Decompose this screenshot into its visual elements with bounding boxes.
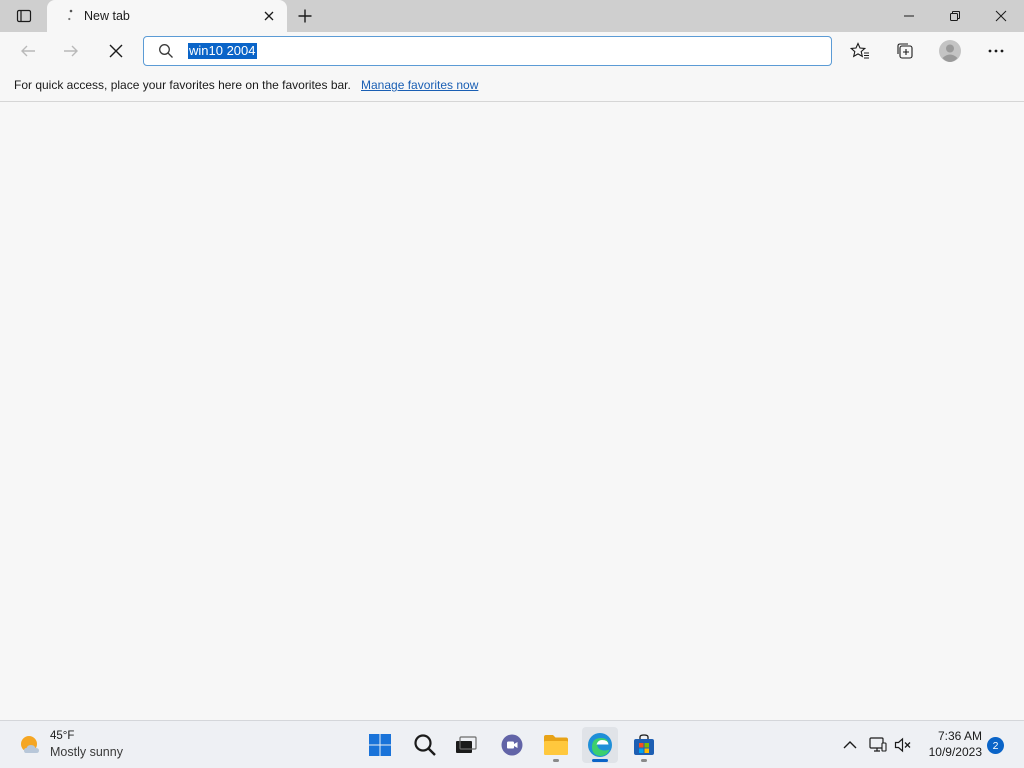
volume-muted-icon [894, 737, 911, 753]
tab-title: New tab [84, 9, 130, 23]
stop-loading-button[interactable] [101, 36, 131, 66]
running-indicator [553, 759, 559, 762]
running-indicator [641, 759, 647, 762]
task-view-icon [456, 736, 477, 753]
file-explorer-button[interactable] [538, 727, 574, 763]
chat-icon [501, 734, 523, 756]
address-bar-selected-text[interactable]: win10 2004 [188, 43, 257, 59]
favorites-bar: For quick access, place your favorites h… [0, 70, 1024, 102]
collections-icon [897, 43, 913, 59]
minimize-icon [904, 15, 914, 17]
profile-button[interactable] [934, 36, 966, 66]
taskbar: 45°F Mostly sunny 7:36 AM 10/9/2023 2 [0, 720, 1024, 768]
show-hidden-icons-button[interactable] [840, 735, 860, 755]
clock-time: 7:36 AM [937, 729, 982, 743]
more-horizontal-icon [988, 49, 1004, 53]
search-icon [159, 44, 173, 58]
volume-button[interactable] [893, 735, 913, 755]
restore-icon [950, 11, 960, 21]
minimize-button[interactable] [886, 0, 932, 32]
address-bar[interactable]: win10 2004 [143, 36, 832, 66]
arrow-right-icon [64, 45, 78, 57]
loading-spinner-icon [68, 9, 73, 21]
plus-icon [298, 9, 312, 23]
tab-actions-button[interactable] [8, 4, 40, 28]
weather-condition: Mostly sunny [50, 745, 123, 759]
favorites-bar-message: For quick access, place your favorites h… [14, 78, 351, 92]
close-icon [109, 44, 123, 58]
browser-toolbar: win10 2004 [0, 32, 1024, 86]
windows-logo-icon [369, 734, 391, 756]
tab-close-button[interactable] [260, 7, 278, 25]
store-icon [634, 734, 654, 755]
tab-actions-icon [16, 9, 32, 23]
star-list-icon [850, 42, 869, 59]
back-button[interactable] [13, 36, 43, 66]
start-button[interactable] [362, 727, 398, 763]
arrow-left-icon [21, 45, 35, 57]
weather-temperature: 45°F [50, 730, 75, 742]
manage-favorites-link[interactable]: Manage favorites now [361, 78, 478, 92]
weather-widget[interactable]: 45°F Mostly sunny [14, 727, 134, 763]
network-icon [869, 737, 887, 752]
new-tab-button[interactable] [292, 4, 318, 28]
partly-sunny-icon [21, 736, 39, 753]
title-bar: New tab [0, 0, 1024, 32]
notification-badge[interactable]: 2 [987, 737, 1004, 754]
folder-icon [544, 735, 568, 755]
favorites-button[interactable] [844, 36, 876, 66]
clock-date: 10/9/2023 [928, 745, 982, 759]
restore-button[interactable] [932, 0, 978, 32]
taskbar-clock[interactable]: 7:36 AM 10/9/2023 [920, 729, 982, 759]
chat-button[interactable] [494, 727, 530, 763]
page-content [0, 103, 1024, 720]
taskbar-search-button[interactable] [407, 727, 443, 763]
network-button[interactable] [868, 735, 888, 755]
microsoft-store-button[interactable] [626, 727, 662, 763]
close-icon [995, 10, 1007, 22]
forward-button[interactable] [56, 36, 86, 66]
search-icon [414, 734, 436, 756]
close-icon [264, 11, 274, 21]
close-window-button[interactable] [978, 0, 1024, 32]
edge-button[interactable] [582, 727, 618, 763]
chevron-up-icon [843, 741, 857, 749]
tab-new-tab[interactable]: New tab [47, 0, 287, 32]
task-view-button[interactable] [448, 727, 484, 763]
avatar-icon [939, 40, 961, 62]
collections-button[interactable] [889, 36, 921, 66]
running-indicator-active [592, 759, 608, 762]
settings-more-button[interactable] [980, 36, 1012, 66]
edge-icon [588, 733, 612, 757]
